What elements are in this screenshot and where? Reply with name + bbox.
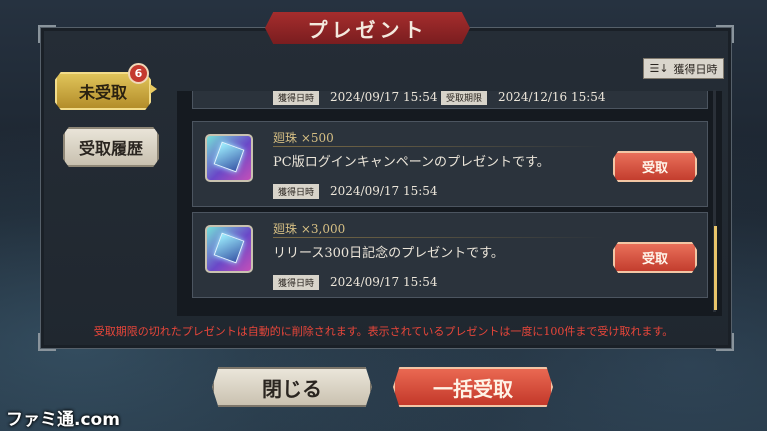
claim-all-button[interactable]: 一括受取 — [393, 367, 553, 407]
acquired-date-label: 獲得日時 — [273, 275, 320, 290]
claim-button[interactable]: 受取 — [613, 151, 697, 182]
acquired-date: 2024/09/17 15:54 — [330, 184, 438, 198]
page-title: プレゼント — [307, 17, 428, 42]
acquired-date: 2024/09/17 15:54 — [330, 91, 438, 104]
panel-corner — [716, 25, 734, 43]
item-description: リリース300日記念のプレゼントです。 — [273, 246, 504, 261]
divider — [273, 237, 603, 238]
unclaimed-count-badge: 6 — [128, 63, 149, 84]
acquired-date-label: 獲得日時 — [273, 184, 320, 199]
acquired-date-label: 獲得日時 — [273, 91, 320, 105]
list-item: 廻珠 ×3,000 リリース300日記念のプレゼントです。 獲得日時 2024/… — [192, 212, 708, 298]
sort-label: 獲得日時 — [673, 62, 718, 76]
tab-history[interactable]: 受取履歴 — [63, 127, 159, 167]
list-item: 廻珠 ×500 PC版ログインキャンペーンのプレゼントです。 獲得日時 2024… — [192, 121, 708, 207]
watermark: ファミ通.com — [6, 410, 120, 430]
panel-corner — [38, 25, 56, 43]
sort-icon: ☰↓ — [649, 62, 669, 75]
item-name: 廻珠 ×3,000 — [273, 222, 346, 236]
list-item: 獲得日時 2024/09/17 15:54 受取期限 2024/12/16 15… — [192, 91, 708, 109]
deadline-date: 2024/12/16 15:54 — [498, 91, 606, 104]
present-list[interactable]: 獲得日時 2024/09/17 15:54 受取期限 2024/12/16 15… — [177, 91, 722, 316]
active-tab-arrow-icon — [150, 84, 157, 94]
item-name: 廻珠 ×500 — [273, 131, 334, 145]
close-button[interactable]: 閉じる — [212, 367, 372, 407]
divider — [273, 146, 603, 147]
item-description: PC版ログインキャンペーンのプレゼントです。 — [273, 155, 550, 170]
gem-icon — [205, 134, 253, 182]
claim-button[interactable]: 受取 — [613, 242, 697, 273]
tab-history-label: 受取履歴 — [78, 139, 143, 158]
gem-icon — [205, 225, 253, 273]
acquired-date: 2024/09/17 15:54 — [330, 275, 438, 289]
scrollbar-thumb[interactable] — [714, 226, 717, 310]
sort-button[interactable]: ☰↓ 獲得日時 — [643, 58, 724, 79]
tab-unclaimed-label: 未受取 — [78, 83, 127, 102]
notice-text: 受取期限の切れたプレゼントは自動的に削除されます。表示されているプレゼントは一度… — [93, 325, 674, 338]
title-banner: プレゼント — [265, 12, 470, 44]
deadline-label: 受取期限 — [441, 91, 488, 105]
